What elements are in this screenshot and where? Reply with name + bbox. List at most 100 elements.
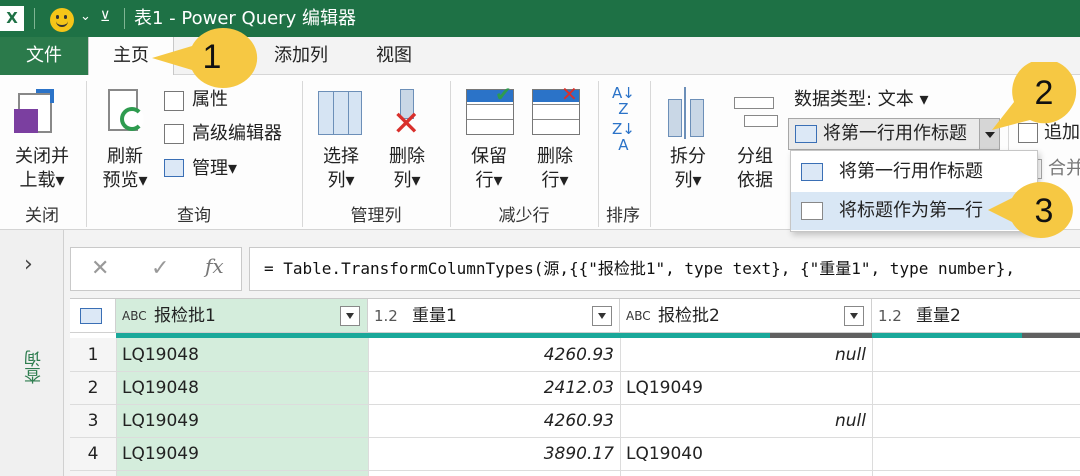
cell-batch2[interactable]: null: [620, 345, 866, 365]
column-header-2[interactable]: 1.2 重量1: [368, 299, 620, 333]
table-menu-cell[interactable]: [70, 299, 116, 333]
menu-item-label: 将第一行用作标题: [839, 161, 983, 182]
tab-view[interactable]: 视图: [354, 37, 434, 75]
group-by-label-1: 分组: [737, 146, 773, 167]
manage-button[interactable]: 管理▾: [192, 157, 237, 181]
column-filter-dropdown[interactable]: [592, 306, 612, 326]
title-divider-2: [124, 8, 125, 29]
refresh-icon: [106, 89, 146, 137]
manage-icon: [164, 159, 184, 177]
advanced-editor-icon: [164, 124, 184, 144]
cancel-icon[interactable]: ✕: [91, 256, 109, 281]
grid-line: [70, 404, 1080, 405]
grid-line: [116, 338, 117, 476]
cell-batch2[interactable]: LQ19040: [626, 444, 703, 464]
smiley-feedback-icon[interactable]: [50, 8, 74, 32]
remove-rows-icon: ✕: [532, 82, 580, 135]
refresh-preview-button[interactable]: 刷新 预览▾: [92, 145, 158, 193]
group-by-button[interactable]: 分组 依据: [722, 145, 788, 193]
close-load-icon: [14, 89, 58, 137]
sort-descending-icon[interactable]: Z↓ A: [612, 121, 635, 153]
ribbon-separator: [450, 81, 451, 227]
remove-cols-label-1: 删除: [389, 146, 425, 167]
use-first-row-split-button[interactable]: 将第一行用作标题: [788, 118, 1000, 150]
table-rows-icon: [801, 202, 823, 220]
confirm-icon[interactable]: ✓: [151, 256, 169, 281]
cell-batch1[interactable]: LQ19048: [122, 345, 199, 365]
keep-rows-icon: ✔: [466, 82, 514, 135]
tab-add-column[interactable]: 添加列: [258, 37, 344, 75]
column-header-1[interactable]: ABC 报检批1: [116, 299, 368, 333]
data-preview-table: ABC 报检批1 1.2 重量1 ABC 报检批2 1.2 重量2 1 LQ19…: [70, 298, 1080, 476]
menu-item-label: 将标题作为第一行: [839, 200, 983, 221]
cell-batch2[interactable]: LQ19049: [626, 378, 703, 398]
cell-batch2[interactable]: null: [620, 411, 866, 431]
column-quality-bar: [368, 333, 620, 338]
choose-columns-icon: [318, 91, 362, 135]
ribbon-separator: [650, 81, 651, 227]
grid-line: [872, 338, 873, 476]
column-quality-bar: [620, 333, 770, 338]
column-header-3[interactable]: ABC 报检批2: [620, 299, 872, 333]
properties-icon: [164, 91, 184, 111]
grid-line: [70, 437, 1080, 438]
cell-weight1[interactable]: 3890.17: [368, 444, 614, 464]
group-by-label-2: 依据: [737, 170, 773, 191]
advanced-editor-button[interactable]: 高级编辑器: [192, 122, 282, 146]
cell-batch1[interactable]: LQ19048: [122, 378, 199, 398]
column-filter-dropdown[interactable]: [340, 306, 360, 326]
decimal-type-icon: 1.2: [374, 307, 398, 325]
customize-qat-icon[interactable]: ⊻: [100, 9, 110, 25]
close-load-label-2: 上载▾: [19, 170, 65, 191]
formula-input[interactable]: = Table.TransformColumnTypes(源,{{"报检批1",…: [249, 247, 1080, 291]
refresh-label-1: 刷新: [107, 146, 143, 167]
split-column-button[interactable]: 拆分 列▾: [656, 145, 720, 193]
remove-cols-label-2: 列▾: [393, 170, 421, 191]
data-type-dropdown[interactable]: 数据类型: 文本 ▾: [794, 88, 929, 112]
fx-icon[interactable]: fx: [205, 254, 224, 278]
cell-weight1[interactable]: 4260.93: [368, 345, 614, 365]
keep-rows-label-2: 行▾: [475, 170, 503, 191]
table-icon: [80, 308, 102, 324]
cell-weight1[interactable]: 2412.03: [368, 378, 614, 398]
column-filter-dropdown[interactable]: [844, 306, 864, 326]
column-name: 报检批2: [658, 306, 720, 326]
split-label-1: 拆分: [670, 146, 706, 167]
remove-columns-button[interactable]: 删除 列▾: [372, 145, 442, 193]
grid-line: [70, 470, 1080, 471]
use-first-row-label: 将第一行用作标题: [823, 123, 967, 144]
ribbon-separator: [86, 81, 87, 227]
queries-pane: › 查询: [0, 230, 64, 476]
merge-queries-button[interactable]: 合并: [1048, 157, 1080, 181]
choose-cols-label-2: 列▾: [327, 170, 355, 191]
keep-rows-button[interactable]: 保留 行▾: [456, 145, 522, 193]
decimal-type-icon: 1.2: [878, 307, 902, 325]
tab-file[interactable]: 文件: [0, 37, 88, 75]
chevron-down-icon[interactable]: ⌄: [80, 9, 91, 24]
cell-batch1[interactable]: LQ19049: [122, 444, 199, 464]
keep-rows-label-1: 保留: [471, 146, 507, 167]
cell-batch1[interactable]: LQ19049: [122, 411, 199, 431]
callout-3-number: 3: [1034, 192, 1054, 230]
split-label-2: 列▾: [674, 170, 702, 191]
ribbon-separator: [302, 81, 303, 227]
cell-weight1[interactable]: 4260.93: [368, 411, 614, 431]
excel-logo-icon: X: [0, 6, 24, 31]
remove-rows-label-1: 删除: [537, 146, 573, 167]
remove-columns-icon: ✕: [388, 89, 428, 141]
choose-columns-button[interactable]: 选择 列▾: [306, 145, 376, 193]
close-load-button[interactable]: 关闭并 上载▾: [0, 145, 84, 193]
callout-1-number: 1: [202, 38, 222, 76]
expand-queries-icon[interactable]: ›: [24, 252, 33, 277]
sort-ascending-icon[interactable]: A↓ Z: [612, 85, 635, 117]
queries-pane-label: 查询: [25, 350, 45, 384]
group-by-icon: [734, 97, 778, 131]
split-column-icon: [666, 87, 712, 139]
remove-rows-button[interactable]: 删除 行▾: [522, 145, 588, 193]
text-type-icon: ABC: [626, 309, 651, 323]
row-number: 1: [87, 345, 99, 365]
column-header-4[interactable]: 1.2 重量2: [872, 299, 1080, 333]
row-number: 3: [87, 411, 99, 431]
close-load-label-1: 关闭并: [15, 146, 69, 167]
group-label-close: 关闭: [25, 206, 59, 226]
